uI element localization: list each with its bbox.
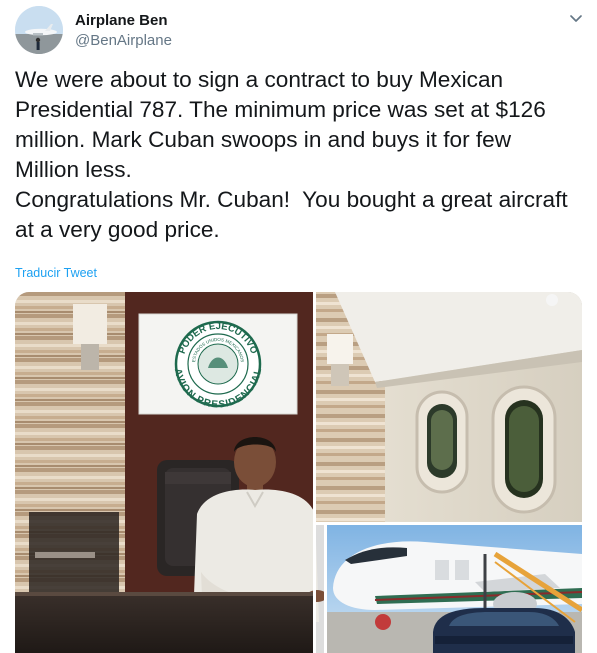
avatar-airplane-photo (15, 6, 63, 54)
car (433, 608, 575, 653)
airplane (333, 541, 582, 616)
translate-tweet-link[interactable]: Traducir Tweet (15, 266, 97, 280)
cabin-window-left (415, 390, 469, 494)
tweet-media[interactable]: PODER EJECUTIVO ESTADOS UNIDOS MEXICANOS… (15, 292, 582, 653)
avatar[interactable] (15, 6, 63, 54)
author-handle[interactable]: @BenAirplane (75, 32, 172, 49)
chevron-down-icon[interactable] (568, 12, 584, 26)
tweet-text: We were about to sign a contract to buy … (15, 67, 568, 242)
cabin-window-right (491, 385, 557, 514)
media-collage: PODER EJECUTIVO ESTADOS UNIDOS MEXICANOS… (15, 292, 582, 653)
author-name[interactable]: Airplane Ben (75, 12, 168, 29)
tweet: Airplane Ben @BenAirplane We were about … (0, 0, 597, 653)
